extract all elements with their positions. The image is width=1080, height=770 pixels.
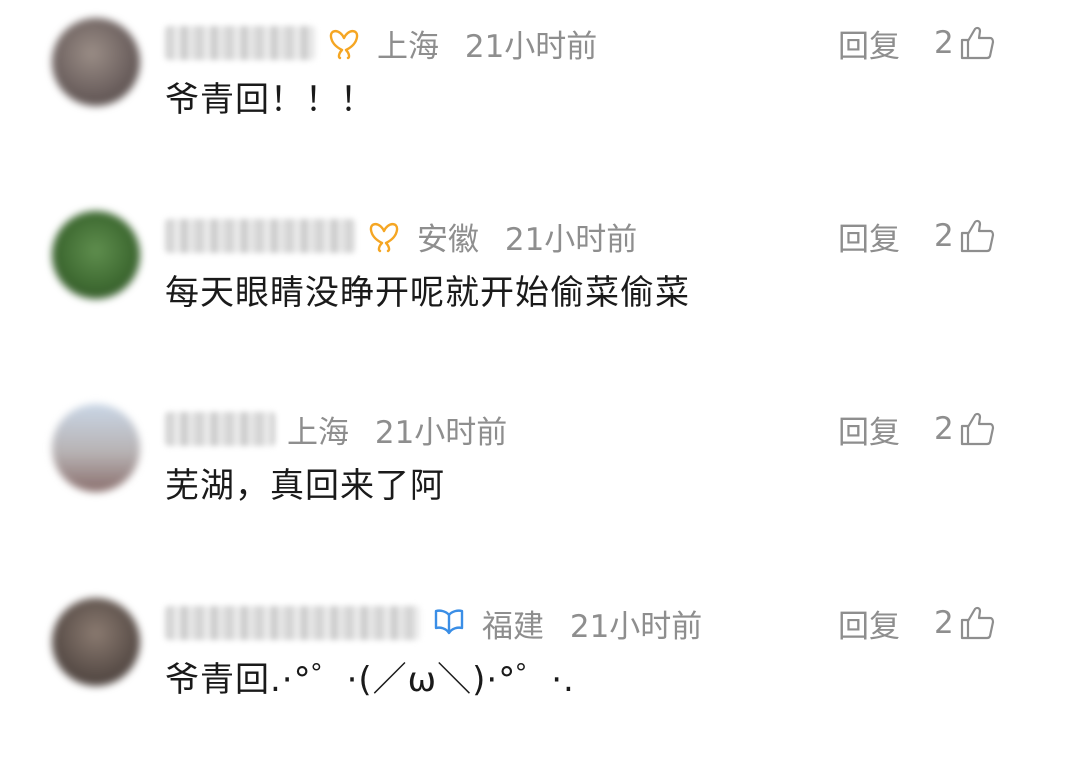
comment-header: 安徽 21小时前 <box>165 211 637 261</box>
comment-text: 每天眼睛没睁开呢就开始偷菜偷菜 <box>165 273 690 313</box>
comment-actions: 回复 2 <box>838 598 996 648</box>
comment-meta: 安徽 21小时前 <box>417 214 637 259</box>
reply-button[interactable]: 回复 <box>838 601 900 646</box>
comment-item: 上海 21小时前 回复 2 芜湖，真回来了阿 <box>0 386 1080 576</box>
like-count: 2 <box>934 25 954 61</box>
comment-header: 上海 21小时前 <box>165 404 507 454</box>
timestamp: 21小时前 <box>464 28 598 65</box>
location-label: 上海 <box>377 28 439 65</box>
avatar[interactable] <box>52 18 140 106</box>
comment-actions: 回复 2 <box>838 404 996 454</box>
comment-item: 福建 21小时前 回复 2 爷青回.·°゜·(／ω＼)·°゜·. <box>0 580 1080 770</box>
location-label: 安徽 <box>417 221 479 258</box>
timestamp: 21小时前 <box>374 414 508 451</box>
reply-button[interactable]: 回复 <box>838 214 900 259</box>
comment-item: 安徽 21小时前 回复 2 每天眼睛没睁开呢就开始偷菜偷菜 <box>0 193 1080 383</box>
timestamp: 21小时前 <box>569 608 703 645</box>
comment-header: 上海 21小时前 <box>165 18 597 68</box>
shield-icon <box>432 606 466 640</box>
thumbs-up-icon[interactable] <box>958 24 996 62</box>
location-label: 福建 <box>482 608 544 645</box>
comment-actions: 回复 2 <box>838 211 996 261</box>
like-count: 2 <box>934 218 954 254</box>
reply-button[interactable]: 回复 <box>838 21 900 66</box>
butterfly-icon <box>327 26 361 60</box>
comment-meta: 上海 21小时前 <box>287 407 507 452</box>
username[interactable] <box>165 412 275 446</box>
thumbs-up-icon[interactable] <box>958 410 996 448</box>
comment-text: 爷青回！！！ <box>165 80 375 120</box>
avatar[interactable] <box>52 404 140 492</box>
like-count: 2 <box>934 605 954 641</box>
comment-actions: 回复 2 <box>838 18 996 68</box>
comment-meta: 上海 21小时前 <box>377 21 597 66</box>
comment-text: 芜湖，真回来了阿 <box>165 466 445 506</box>
avatar[interactable] <box>52 598 140 686</box>
username[interactable] <box>165 606 420 640</box>
comment-item: 上海 21小时前 回复 2 爷青回！！！ <box>0 0 1080 190</box>
location-label: 上海 <box>287 414 349 451</box>
like-count: 2 <box>934 411 954 447</box>
thumbs-up-icon[interactable] <box>958 604 996 642</box>
avatar[interactable] <box>52 211 140 299</box>
reply-button[interactable]: 回复 <box>838 407 900 452</box>
comment-header: 福建 21小时前 <box>165 598 702 648</box>
butterfly-icon <box>367 219 401 253</box>
username[interactable] <box>165 26 315 60</box>
username[interactable] <box>165 219 355 253</box>
timestamp: 21小时前 <box>504 221 638 258</box>
comment-text: 爷青回.·°゜·(／ω＼)·°゜·. <box>165 660 575 700</box>
thumbs-up-icon[interactable] <box>958 217 996 255</box>
comment-meta: 福建 21小时前 <box>482 601 702 646</box>
